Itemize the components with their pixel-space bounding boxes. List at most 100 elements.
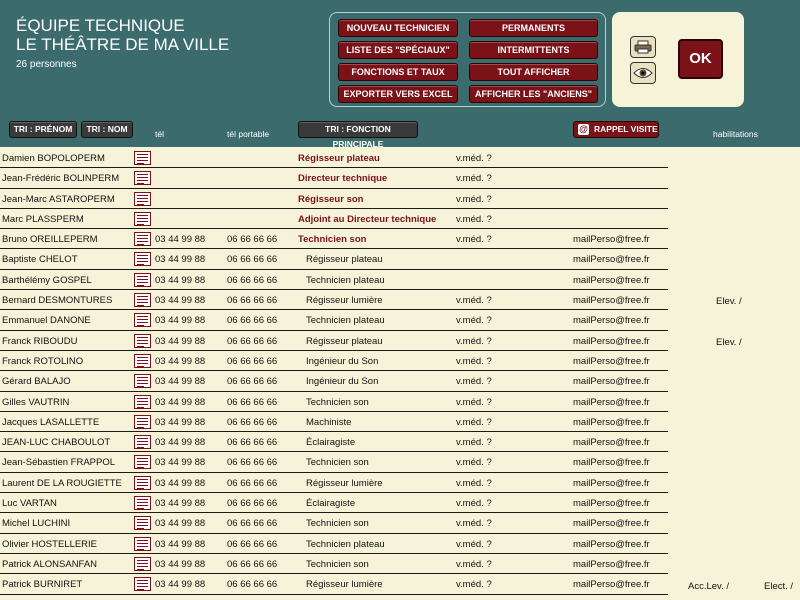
show-all-button[interactable]: TOUT AFFICHER	[469, 63, 598, 81]
table-row[interactable]: Franck ROTOLINO 03 44 99 88 06 66 66 66 Ing…	[0, 351, 668, 372]
detail-sheet-icon[interactable]	[134, 394, 151, 409]
detail-sheet-icon[interactable]	[134, 435, 151, 450]
detail-sheet-icon[interactable]	[134, 252, 151, 267]
table-row[interactable]: Jacques LASALLETTE 03 44 99 88 06 66 66 66…	[0, 412, 668, 433]
technician-name[interactable]: Patrick BURNIRET	[2, 579, 82, 590]
email-cell[interactable]: mailPerso@free.fr	[573, 498, 650, 509]
technician-name[interactable]: Barthélémy GOSPEL	[2, 275, 92, 286]
technician-name[interactable]: Franck ROTOLINO	[2, 356, 83, 367]
medical-visit-cell[interactable]: v.méd. ?	[456, 579, 492, 590]
detail-sheet-icon[interactable]	[134, 496, 151, 511]
eye-icon[interactable]	[630, 62, 656, 84]
detail-sheet-icon[interactable]	[134, 475, 151, 490]
detail-sheet-icon[interactable]	[134, 313, 151, 328]
detail-sheet-icon[interactable]	[134, 536, 151, 551]
detail-sheet-icon[interactable]	[134, 211, 151, 226]
detail-sheet-icon[interactable]	[134, 414, 151, 429]
detail-sheet-icon[interactable]	[134, 374, 151, 389]
technician-name[interactable]: Michel LUCHINI	[2, 518, 70, 529]
medical-visit-cell[interactable]: v.méd. ?	[456, 498, 492, 509]
detail-sheet-icon[interactable]	[134, 272, 151, 287]
ok-button[interactable]: OK	[678, 39, 723, 79]
table-row[interactable]: Baptiste CHELOT 03 44 99 88 06 66 66 66 Rég…	[0, 249, 668, 270]
table-row[interactable]: Michel LUCHINI 03 44 99 88 06 66 66 66 Tech…	[0, 513, 668, 534]
email-cell[interactable]: mailPerso@free.fr	[573, 417, 650, 428]
export-excel-button[interactable]: EXPORTER VERS EXCEL	[338, 85, 458, 103]
table-row[interactable]: Marc PLASSPERM Adjoint au Directeur techn…	[0, 209, 668, 230]
medical-visit-cell[interactable]: v.méd. ?	[456, 518, 492, 529]
table-row[interactable]: Luc VARTAN 03 44 99 88 06 66 66 66 Éclairag…	[0, 493, 668, 514]
detail-sheet-icon[interactable]	[134, 171, 151, 186]
permanents-button[interactable]: PERMANENTS	[469, 19, 598, 37]
email-cell[interactable]: mailPerso@free.fr	[573, 579, 650, 590]
email-cell[interactable]: mailPerso@free.fr	[573, 254, 650, 265]
table-row[interactable]: Gérard BALAJO 03 44 99 88 06 66 66 66 Ingén…	[0, 371, 668, 392]
medical-visit-cell[interactable]: v.méd. ?	[456, 194, 492, 205]
detail-sheet-icon[interactable]	[134, 151, 151, 165]
intermittents-button[interactable]: INTERMITTENTS	[469, 41, 598, 59]
sort-lastname-button[interactable]: TRI : NOM	[81, 121, 133, 138]
table-row[interactable]: Franck RIBOUDU 03 44 99 88 06 66 66 66 Régi…	[0, 331, 668, 351]
table-row[interactable]: Jean-Sébastien FRAPPOL 03 44 99 88 06 66 6…	[0, 452, 668, 473]
technician-name[interactable]: Jean-Sébastien FRAPPOL	[2, 457, 115, 468]
technician-name[interactable]: Gérard BALAJO	[2, 376, 71, 387]
technician-name[interactable]: Marc PLASSPERM	[2, 214, 84, 225]
technician-name[interactable]: Patrick ALONSANFAN	[2, 559, 97, 570]
new-technician-button[interactable]: NOUVEAU TECHNICIEN	[338, 19, 458, 37]
medical-visit-cell[interactable]: v.méd. ?	[456, 356, 492, 367]
functions-rates-button[interactable]: FONCTIONS ET TAUX	[338, 63, 458, 81]
table-row[interactable]: Bernard DESMONTURES 03 44 99 88 06 66 66 6…	[0, 290, 668, 311]
technician-name[interactable]: Gilles VAUTRIN	[2, 397, 69, 408]
email-cell[interactable]: mailPerso@free.fr	[573, 457, 650, 468]
table-row[interactable]: Damien BOPOLOPERM Régisseur plateau v.méd.…	[0, 148, 668, 169]
medical-visit-cell[interactable]: v.méd. ?	[456, 336, 492, 347]
email-cell[interactable]: mailPerso@free.fr	[573, 539, 650, 550]
sort-function-button[interactable]: TRI : FONCTION PRINCIPALE	[298, 121, 418, 149]
medical-visit-cell[interactable]: v.méd. ?	[456, 457, 492, 468]
email-cell[interactable]: mailPerso@free.fr	[573, 478, 650, 489]
medical-visit-cell[interactable]: v.méd. ?	[456, 295, 492, 306]
medical-visit-cell[interactable]: v.méd. ?	[456, 234, 492, 245]
email-cell[interactable]: mailPerso@free.fr	[573, 518, 650, 529]
table-row[interactable]: Barthélémy GOSPEL 03 44 99 88 06 66 66 66 T…	[0, 270, 668, 291]
email-cell[interactable]: mailPerso@free.fr	[573, 437, 650, 448]
detail-sheet-icon[interactable]	[134, 333, 151, 348]
medical-visit-cell[interactable]: v.méd. ?	[456, 397, 492, 408]
table-row[interactable]: Olivier HOSTELLERIE 03 44 99 88 06 66 66 6…	[0, 534, 668, 554]
table-row[interactable]: Patrick ALONSANFAN 03 44 99 88 06 66 66 66…	[0, 554, 668, 575]
detail-sheet-icon[interactable]	[134, 455, 151, 470]
table-row[interactable]: Bruno OREILLEPERM 03 44 99 88 06 66 66 66 T…	[0, 229, 668, 250]
show-former-button[interactable]: AFFICHER LES "ANCIENS"	[469, 85, 598, 103]
technician-name[interactable]: Laurent DE LA ROUGIETTE	[2, 478, 122, 489]
sort-firstname-button[interactable]: TRI : PRÉNOM	[9, 121, 77, 138]
email-cell[interactable]: mailPerso@free.fr	[573, 397, 650, 408]
detail-sheet-icon[interactable]	[134, 191, 151, 206]
detail-sheet-icon[interactable]	[134, 293, 151, 308]
email-cell[interactable]: mailPerso@free.fr	[573, 559, 650, 570]
technician-name[interactable]: Jacques LASALLETTE	[2, 417, 99, 428]
email-cell[interactable]: mailPerso@free.fr	[573, 315, 650, 326]
table-row[interactable]: Laurent DE LA ROUGIETTE 03 44 99 88 06 66 …	[0, 473, 668, 494]
technician-name[interactable]: Jean-Frédéric BOLINPERM	[2, 173, 119, 184]
special-list-button[interactable]: LISTE DES "SPÉCIAUX"	[338, 41, 458, 59]
medical-visit-cell[interactable]: v.méd. ?	[456, 437, 492, 448]
table-row[interactable]: Gilles VAUTRIN 03 44 99 88 06 66 66 66 Tech…	[0, 392, 668, 412]
email-cell[interactable]: mailPerso@free.fr	[573, 376, 650, 387]
email-cell[interactable]: mailPerso@free.fr	[573, 275, 650, 286]
technician-name[interactable]: JEAN-LUC CHABOULOT	[2, 437, 110, 448]
medical-visit-cell[interactable]: v.méd. ?	[456, 315, 492, 326]
detail-sheet-icon[interactable]	[134, 353, 151, 368]
technician-name[interactable]: Luc VARTAN	[2, 498, 57, 509]
visit-reminder-button[interactable]: @ RAPPEL VISITE	[573, 121, 659, 138]
medical-visit-cell[interactable]: v.méd. ?	[456, 153, 492, 164]
medical-visit-cell[interactable]: v.méd. ?	[456, 417, 492, 428]
email-cell[interactable]: mailPerso@free.fr	[573, 336, 650, 347]
table-row[interactable]: Emmanuel DANONE 03 44 99 88 06 66 66 66 Tec…	[0, 310, 668, 331]
email-cell[interactable]: mailPerso@free.fr	[573, 234, 650, 245]
table-row[interactable]: JEAN-LUC CHABOULOT 03 44 99 88 06 66 66 66…	[0, 432, 668, 453]
technician-name[interactable]: Olivier HOSTELLERIE	[2, 539, 97, 550]
table-row[interactable]: Patrick BURNIRET 03 44 99 88 06 66 66 66 Ré…	[0, 574, 668, 595]
technician-name[interactable]: Emmanuel DANONE	[2, 315, 91, 326]
medical-visit-cell[interactable]: v.méd. ?	[456, 376, 492, 387]
medical-visit-cell[interactable]: v.méd. ?	[456, 539, 492, 550]
